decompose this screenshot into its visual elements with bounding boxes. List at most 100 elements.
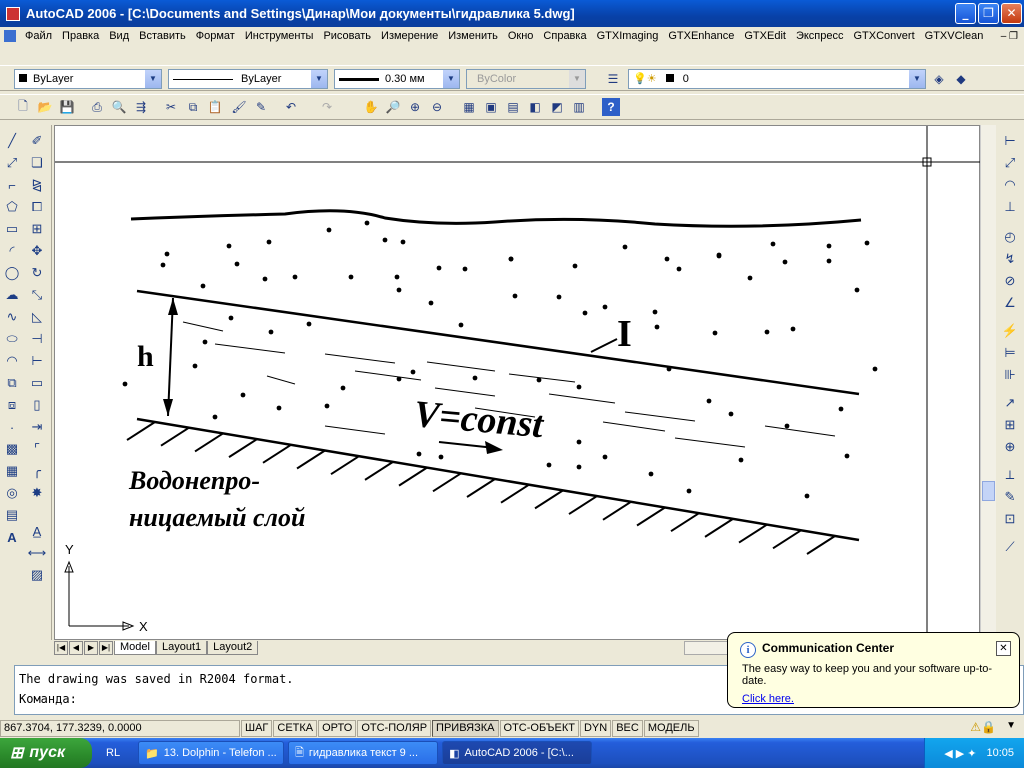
- color-combo[interactable]: ByLayer ▼: [14, 69, 162, 89]
- tolerance-icon[interactable]: ⊞: [1000, 415, 1020, 435]
- polyline-icon[interactable]: ⌐: [2, 175, 22, 195]
- help-icon[interactable]: ?: [602, 98, 620, 116]
- fillet-icon[interactable]: ╭: [27, 461, 47, 481]
- chevron-down-icon[interactable]: ▼: [443, 70, 459, 88]
- cut-icon[interactable]: ✂: [162, 98, 180, 116]
- tab-model[interactable]: Model: [114, 641, 156, 655]
- last-tab-icon[interactable]: ▶|: [99, 641, 113, 655]
- open-icon[interactable]: 📂: [36, 98, 54, 116]
- layer-combo[interactable]: 💡☀ 0 ▼: [628, 69, 926, 89]
- make-block-icon[interactable]: ⧈: [2, 395, 22, 415]
- menu-gtxconvert[interactable]: GTXConvert: [849, 30, 920, 42]
- menu-modify[interactable]: Изменить: [443, 30, 503, 42]
- spline-icon[interactable]: ∿: [2, 307, 22, 327]
- angular-dimension-icon[interactable]: ∠: [1000, 293, 1020, 313]
- edit-hatch-icon[interactable]: ▨: [27, 565, 47, 585]
- chevron-down-icon[interactable]: ▼: [909, 70, 925, 88]
- menu-gtxvclean[interactable]: GTXVClean: [920, 30, 989, 42]
- lineweight-combo[interactable]: 0.30 мм ▼: [334, 69, 460, 89]
- toggle-model[interactable]: МОДЕЛЬ: [643, 719, 699, 737]
- stretch-icon[interactable]: ◺: [27, 307, 47, 327]
- table-icon[interactable]: ▤: [2, 505, 22, 525]
- chevron-down-icon[interactable]: ▼: [145, 70, 161, 88]
- tab-layout1[interactable]: Layout1: [155, 641, 208, 655]
- taskbar-button-dolphin[interactable]: 📁 13. Dolphin - Telefon ...: [138, 741, 285, 765]
- tray-icons[interactable]: ◀ ▶ ✦: [944, 747, 976, 760]
- warning-icon[interactable]: ⚠🔒: [970, 720, 996, 734]
- gradient-icon[interactable]: ▦: [2, 461, 22, 481]
- polygon-icon[interactable]: ⬠: [2, 197, 22, 217]
- dimension-text-edit-icon[interactable]: ✎: [1000, 487, 1020, 507]
- markup-icon[interactable]: ◩: [548, 98, 566, 116]
- menu-dimension[interactable]: Измерение: [376, 30, 443, 42]
- toggle-osnap[interactable]: ПРИВЯЗКА: [432, 719, 499, 737]
- quick-dimension-icon[interactable]: ⚡: [1000, 321, 1020, 341]
- center-mark-icon[interactable]: ⊕: [1000, 437, 1020, 457]
- paste-icon[interactable]: 📋: [206, 98, 224, 116]
- make-layer-current-icon[interactable]: ◈: [930, 70, 948, 88]
- chamfer-icon[interactable]: ⌜: [27, 439, 47, 459]
- toggle-lineweight[interactable]: ВЕС: [612, 719, 643, 737]
- move-icon[interactable]: ✥: [27, 241, 47, 261]
- rectangle-icon[interactable]: ▭: [2, 219, 22, 239]
- quick-leader-icon[interactable]: ↗: [1000, 393, 1020, 413]
- pan-icon[interactable]: ✋: [362, 98, 380, 116]
- offset-icon[interactable]: ⧠: [27, 197, 47, 217]
- drawing-area[interactable]: h I V=const Водонепро- ницаемый слой Y X: [54, 125, 981, 641]
- language-indicator[interactable]: RL: [106, 747, 120, 759]
- menu-format[interactable]: Формат: [191, 30, 240, 42]
- rotate-icon[interactable]: ↻: [27, 263, 47, 283]
- menu-gtxenhance[interactable]: GTXEnhance: [663, 30, 739, 42]
- multiline-text-icon[interactable]: A: [2, 527, 22, 547]
- design-center-icon[interactable]: ▣: [482, 98, 500, 116]
- linear-dimension-icon[interactable]: ⊢: [1000, 131, 1020, 151]
- radius-dimension-icon[interactable]: ◴: [1000, 227, 1020, 247]
- menu-gtximaging[interactable]: GTXImaging: [592, 30, 664, 42]
- save-icon[interactable]: 💾: [58, 98, 76, 116]
- menu-tools[interactable]: Инструменты: [240, 30, 319, 42]
- zoom-realtime-icon[interactable]: 🔎: [384, 98, 402, 116]
- tool-palettes-icon[interactable]: ▤: [504, 98, 522, 116]
- redo-icon[interactable]: ↷: [318, 98, 336, 116]
- properties-icon[interactable]: ▦: [460, 98, 478, 116]
- join-icon[interactable]: ⇥: [27, 417, 47, 437]
- menu-window[interactable]: Окно: [503, 30, 539, 42]
- edit-dimension-icon[interactable]: ⟷: [27, 543, 47, 563]
- toggle-otrack[interactable]: ОТС-ОБЪЕКТ: [499, 719, 579, 737]
- ellipse-icon[interactable]: ⬭: [2, 329, 22, 349]
- construction-line-icon[interactable]: ⤢: [2, 153, 22, 173]
- match-properties-icon[interactable]: 🖌: [230, 98, 248, 116]
- mdi-restore-icon[interactable]: – ❐: [1001, 31, 1018, 42]
- vertical-scroll-thumb[interactable]: [982, 481, 995, 501]
- coordinates-display[interactable]: 867.3704, 177.3239, 0.0000: [0, 719, 240, 737]
- minimize-button[interactable]: _: [955, 3, 976, 24]
- zoom-window-icon[interactable]: ⊕: [406, 98, 424, 116]
- balloon-close-icon[interactable]: ✕: [996, 641, 1011, 656]
- arc-icon[interactable]: ◜: [2, 241, 22, 261]
- dimension-style-icon[interactable]: ⟋: [1000, 537, 1020, 557]
- copy-object-icon[interactable]: ❏: [27, 153, 47, 173]
- start-button[interactable]: ⊞ пуск: [0, 738, 92, 768]
- menu-insert[interactable]: Вставить: [134, 30, 191, 42]
- menu-file[interactable]: Файл: [20, 30, 57, 42]
- arc-length-icon[interactable]: ◠: [1000, 175, 1020, 195]
- dimension-update-icon[interactable]: ⊡: [1000, 509, 1020, 529]
- vertical-scrollbar[interactable]: [980, 125, 996, 640]
- break-icon[interactable]: ▯: [27, 395, 47, 415]
- publish-icon[interactable]: ⇶: [132, 98, 150, 116]
- layer-previous-icon[interactable]: ◆: [952, 70, 970, 88]
- revision-cloud-icon[interactable]: ☁: [2, 285, 22, 305]
- array-icon[interactable]: ⊞: [27, 219, 47, 239]
- line-icon[interactable]: ╱: [2, 131, 22, 151]
- menu-express[interactable]: Экспресс: [791, 30, 849, 42]
- block-editor-icon[interactable]: ✎: [252, 98, 270, 116]
- menu-gtxedit[interactable]: GTXEdit: [739, 30, 791, 42]
- menu-edit[interactable]: Правка: [57, 30, 104, 42]
- chevron-down-icon[interactable]: ▼: [311, 70, 327, 88]
- menu-view[interactable]: Вид: [104, 30, 134, 42]
- baseline-dimension-icon[interactable]: ⊨: [1000, 343, 1020, 363]
- calculator-icon[interactable]: ▥: [570, 98, 588, 116]
- balloon-link[interactable]: Click here.: [742, 693, 1011, 705]
- sheet-set-icon[interactable]: ◧: [526, 98, 544, 116]
- layer-manager-icon[interactable]: ☰: [604, 70, 622, 88]
